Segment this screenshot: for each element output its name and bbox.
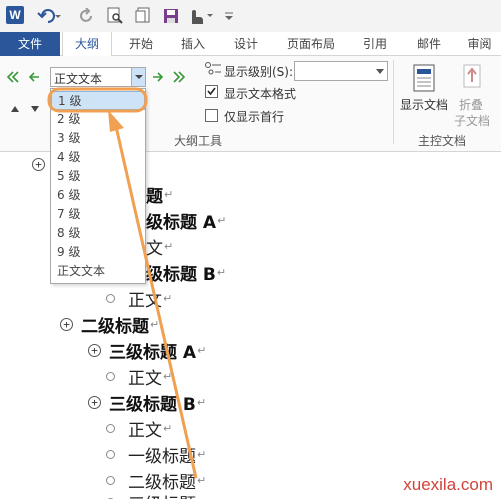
- watermark-text: xuexila.com: [403, 475, 493, 494]
- highlight-ring: [47, 87, 148, 113]
- annotation-arrow-line: [113, 121, 198, 479]
- annotation-overlay: [47, 87, 198, 479]
- annotation-arrow-head: [108, 110, 124, 132]
